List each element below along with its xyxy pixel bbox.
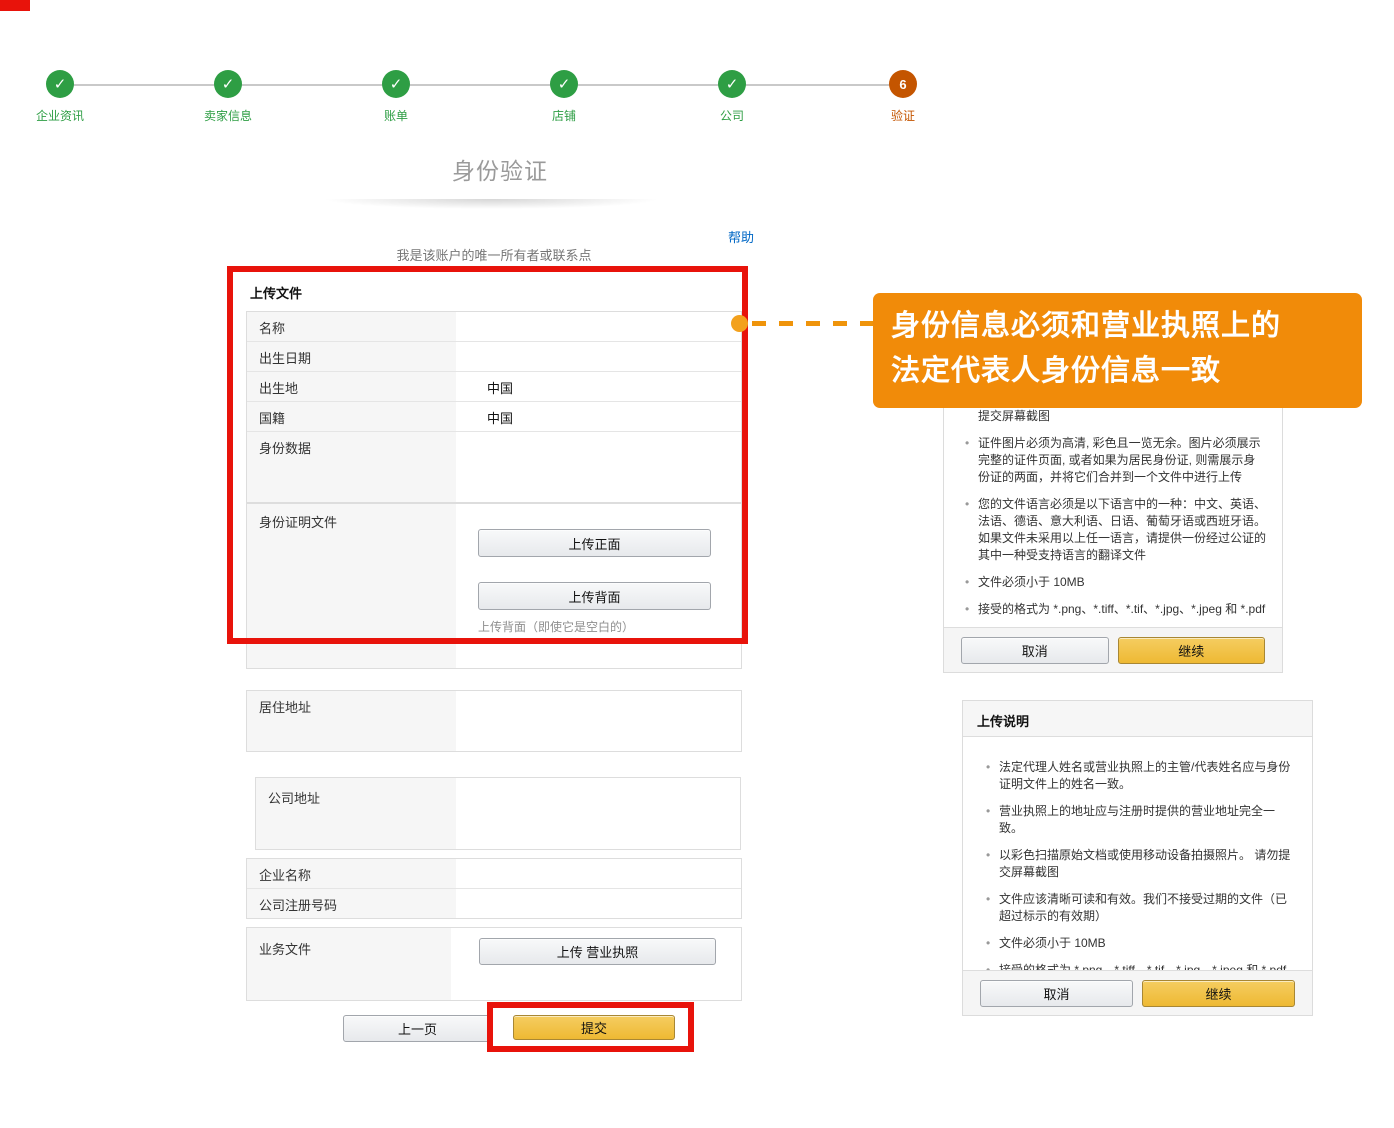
cancel-button[interactable]: 取消 bbox=[961, 637, 1109, 664]
panel-footer: 取消 继续 bbox=[944, 627, 1282, 672]
cancel-button[interactable]: 取消 bbox=[980, 980, 1133, 1007]
panel-footer: 取消 继续 bbox=[963, 970, 1312, 1015]
step-store[interactable]: ✓ 店铺 bbox=[494, 70, 634, 124]
row-label: 企业名称 bbox=[247, 859, 456, 888]
check-icon: ✓ bbox=[214, 70, 242, 98]
table-row-company-name: 企业名称 bbox=[247, 859, 741, 889]
step-seller-info[interactable]: ✓ 卖家信息 bbox=[158, 70, 298, 124]
step-number-badge: 6 bbox=[889, 70, 917, 98]
birthdate-value[interactable] bbox=[456, 342, 741, 371]
check-icon: ✓ bbox=[382, 70, 410, 98]
name-value[interactable] bbox=[456, 312, 741, 341]
business-doc-table: 业务文件 上传 营业执照 bbox=[246, 927, 742, 1001]
list-item: 文件必须小于 10MB bbox=[978, 574, 1266, 591]
check-icon: ✓ bbox=[46, 70, 74, 98]
row-label: 名称 bbox=[247, 312, 456, 341]
previous-page-button[interactable]: 上一页 bbox=[343, 1015, 492, 1042]
table-row-identity-data: 身份数据 bbox=[247, 432, 741, 502]
upload-front-button[interactable]: 上传正面 bbox=[478, 529, 711, 557]
company-info-table: 企业名称 公司注册号码 bbox=[246, 858, 742, 919]
nationality-value[interactable]: 中国 bbox=[456, 402, 741, 431]
row-label: 出生日期 bbox=[247, 342, 456, 371]
step-billing[interactable]: ✓ 账单 bbox=[326, 70, 466, 124]
residence-address-table: 居住地址 bbox=[246, 690, 742, 752]
list-item: 证件图片必须为高清, 彩色且一览无余。图片必须展示完整的证件页面, 或者如果为居… bbox=[978, 435, 1266, 486]
row-label: 居住地址 bbox=[247, 691, 456, 751]
owner-statement: 我是该账户的唯一所有者或联系点 bbox=[246, 245, 742, 264]
panel-top-shadow bbox=[268, 199, 715, 213]
list-item: 文件必须小于 10MB bbox=[999, 935, 1298, 952]
company-address-table: 公司地址 bbox=[255, 777, 741, 850]
check-icon: ✓ bbox=[718, 70, 746, 98]
upload-instructions-list: 法定代理人姓名或营业执照上的主管/代表姓名应与身份证明文件上的姓名一致。 营业执… bbox=[999, 759, 1298, 979]
step-label: 企业资讯 bbox=[0, 107, 130, 124]
list-item: 以彩色扫描原始文档或使用移动设备拍摄照片。 请勿提交屏幕截图 bbox=[999, 847, 1298, 881]
table-row-nationality: 国籍 中国 bbox=[247, 402, 741, 432]
step-company-info[interactable]: ✓ 企业资讯 bbox=[0, 70, 130, 124]
continue-button[interactable]: 继续 bbox=[1118, 637, 1266, 664]
callout-line2: 法定代表人身份信息一致 bbox=[891, 349, 1362, 394]
help-link[interactable]: 帮助 bbox=[728, 227, 754, 246]
business-doc-label: 业务文件 bbox=[259, 939, 311, 958]
step-label: 账单 bbox=[326, 107, 466, 124]
table-row-company-address: 公司地址 bbox=[256, 778, 740, 849]
identity-doc-table: 身份证明文件 上传正面 上传背面 上传背面（即使它是空白的） bbox=[246, 503, 742, 669]
row-label: 国籍 bbox=[247, 402, 456, 431]
doc-requirements-list: 以彩色扫描原始文档或使用移动设备拍摄照片， 请勿提交屏幕截图 证件图片必须为高清… bbox=[978, 391, 1266, 618]
step-company[interactable]: ✓ 公司 bbox=[662, 70, 802, 124]
upload-business-license-button[interactable]: 上传 营业执照 bbox=[479, 938, 716, 965]
row-label: 公司注册号码 bbox=[247, 889, 456, 918]
check-icon: ✓ bbox=[550, 70, 578, 98]
table-row-residence: 居住地址 bbox=[247, 691, 741, 751]
list-item: 法定代理人姓名或营业执照上的主管/代表姓名应与身份证明文件上的姓名一致。 bbox=[999, 759, 1298, 793]
table-row-birthplace: 出生地 中国 bbox=[247, 372, 741, 402]
step-label: 公司 bbox=[662, 107, 802, 124]
upload-instructions-panel: 上传说明 法定代理人姓名或营业执照上的主管/代表姓名应与身份证明文件上的姓名一致… bbox=[962, 700, 1313, 1016]
row-label: 公司地址 bbox=[256, 778, 456, 849]
company-name-value[interactable] bbox=[456, 859, 741, 888]
table-row-birthdate: 出生日期 bbox=[247, 342, 741, 372]
step-verification[interactable]: 6 验证 bbox=[833, 70, 973, 124]
callout-anchor-dot bbox=[731, 315, 748, 332]
callout-line1: 身份信息必须和营业执照上的 bbox=[891, 304, 1362, 349]
callout-dashed-connector bbox=[752, 321, 873, 326]
upload-back-note: 上传背面（即使它是空白的） bbox=[478, 618, 634, 635]
row-label: 出生地 bbox=[247, 372, 456, 401]
identity-data-value[interactable] bbox=[456, 432, 741, 502]
list-item: 您的文件语言必须是以下语言中的一种：中文、英语、法语、德语、意大利语、日语、葡萄… bbox=[978, 496, 1266, 564]
step-label: 验证 bbox=[833, 107, 973, 124]
continue-button[interactable]: 继续 bbox=[1142, 980, 1295, 1007]
company-reg-value[interactable] bbox=[456, 889, 741, 918]
page-title: 身份验证 bbox=[230, 152, 770, 186]
birthplace-value[interactable]: 中国 bbox=[456, 372, 741, 401]
list-item: 文件应该清晰可读和有效。我们不接受过期的文件（已超过标示的有效期） bbox=[999, 891, 1298, 925]
corner-annotation-mark bbox=[0, 0, 30, 11]
upload-back-button[interactable]: 上传背面 bbox=[478, 582, 711, 610]
submit-button[interactable]: 提交 bbox=[513, 1015, 675, 1040]
table-row-company-reg: 公司注册号码 bbox=[247, 889, 741, 918]
identity-match-callout: 身份信息必须和营业执照上的 法定代表人身份信息一致 bbox=[873, 293, 1362, 408]
company-address-value[interactable] bbox=[456, 778, 740, 849]
list-item: 接受的格式为 *.png、*.tiff、*.tif、*.jpg、*.jpeg 和… bbox=[978, 601, 1266, 618]
step-label: 卖家信息 bbox=[158, 107, 298, 124]
identity-verification-page: ✓ 企业资讯 ✓ 卖家信息 ✓ 账单 ✓ 店铺 ✓ 公司 6 验证 身份验证 帮… bbox=[0, 0, 1394, 1128]
upload-instructions-header: 上传说明 bbox=[963, 701, 1312, 737]
upload-files-header: 上传文件 bbox=[250, 283, 302, 302]
step-label: 店铺 bbox=[494, 107, 634, 124]
identity-info-table: 名称 出生日期 出生地 中国 国籍 中国 身份数据 bbox=[246, 311, 742, 503]
identity-doc-label: 身份证明文件 bbox=[259, 512, 337, 531]
panel-body: 法定代理人姓名或营业执照上的主管/代表姓名应与身份证明文件上的姓名一致。 营业执… bbox=[963, 737, 1312, 989]
residence-value[interactable] bbox=[456, 691, 741, 751]
row-label: 身份数据 bbox=[247, 432, 456, 502]
table-row-name: 名称 bbox=[247, 312, 741, 342]
list-item: 营业执照上的地址应与注册时提供的营业地址完全一致。 bbox=[999, 803, 1298, 837]
